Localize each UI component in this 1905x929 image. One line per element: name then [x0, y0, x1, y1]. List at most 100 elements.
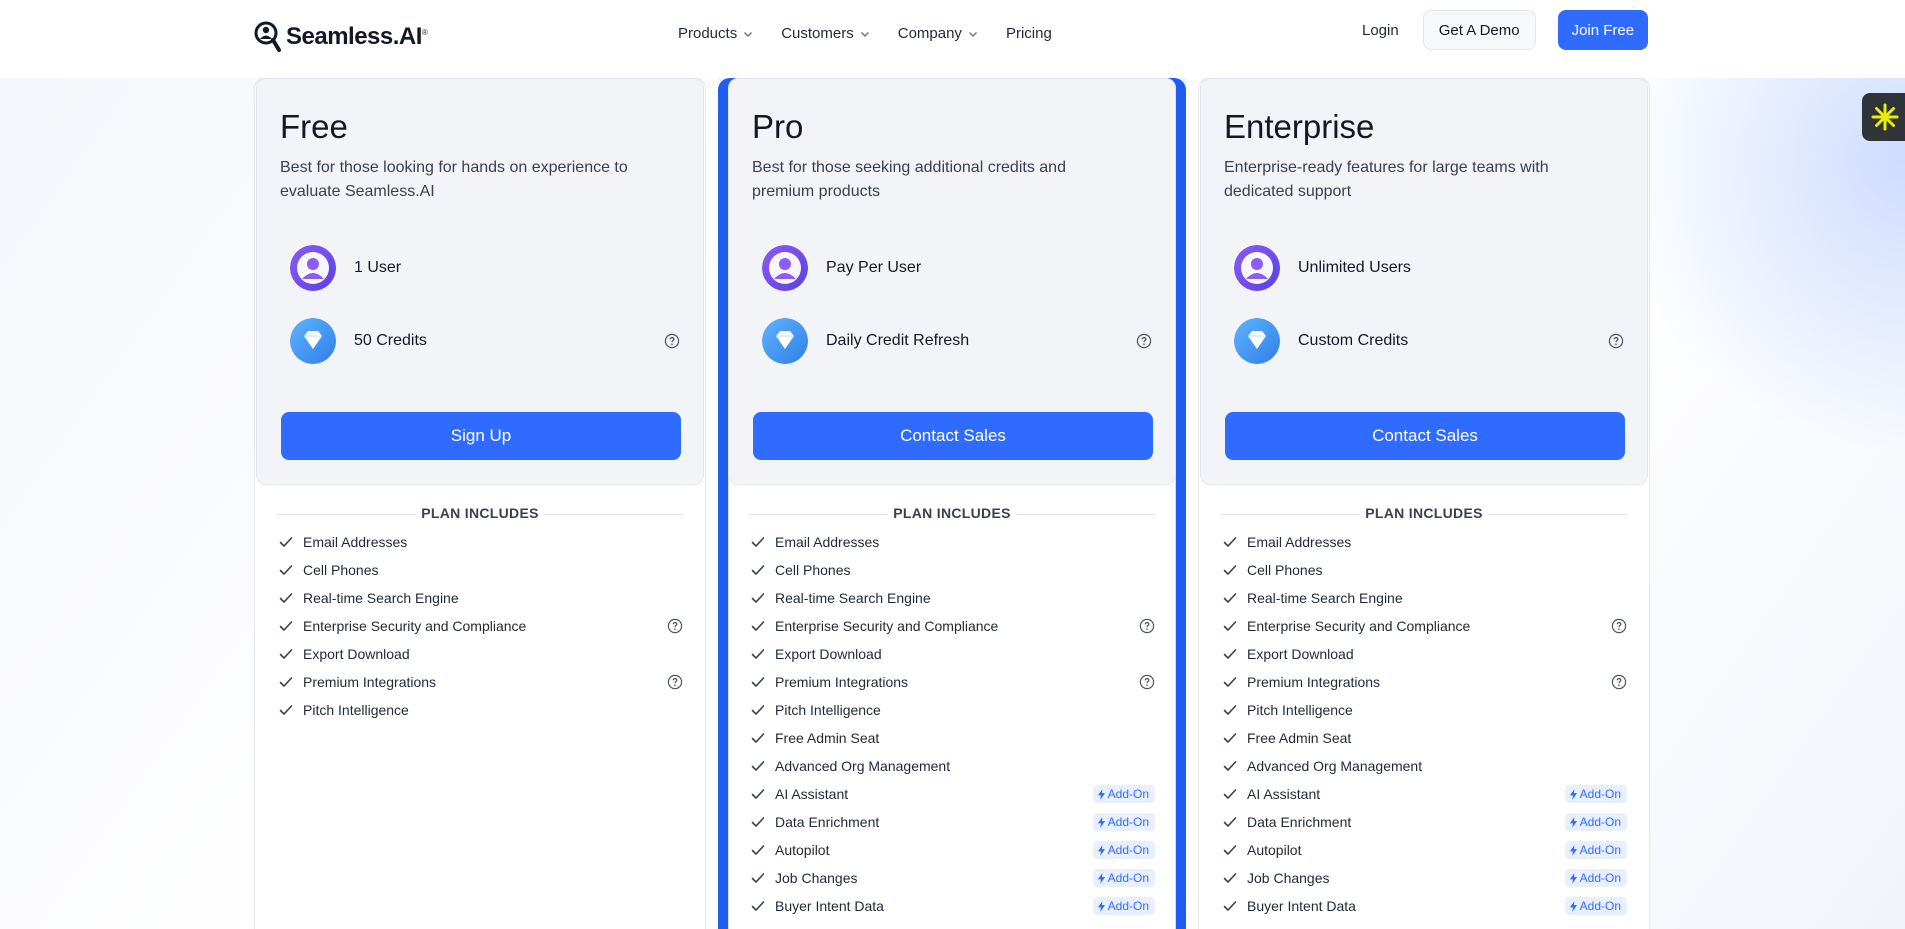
- add-on-badge: Add-On: [1092, 785, 1155, 803]
- check-icon: [1223, 789, 1237, 799]
- lightning-icon: [1097, 844, 1105, 856]
- plan-feature-item: Cell Phones: [750, 556, 1155, 584]
- plan-feature-label: Data Enrichment: [1247, 814, 1352, 830]
- plan-feature-label: Premium Integrations: [775, 674, 909, 690]
- plan-card-pro: MOST POPULARProBest for those seeking ad…: [718, 48, 1186, 929]
- nav-company[interactable]: Company: [898, 25, 978, 42]
- check-icon: [751, 677, 765, 687]
- join-free-button[interactable]: Join Free: [1557, 10, 1649, 50]
- diamond-icon: [762, 318, 808, 364]
- add-on-badge: Add-On: [1564, 813, 1627, 831]
- plan-feature-item: Cell Phones: [1222, 556, 1627, 584]
- login-link[interactable]: Login: [1362, 22, 1399, 39]
- lightning-icon: [1569, 872, 1577, 884]
- plan-feature-item: Data Enrichment Add-On: [1222, 808, 1627, 836]
- nav-customers[interactable]: Customers: [781, 25, 870, 42]
- plan-feature-item: Buyer Intent Data Add-On: [1222, 892, 1627, 920]
- lightning-icon: [1569, 844, 1577, 856]
- question-circle-icon[interactable]: [1139, 674, 1155, 690]
- lightning-icon: [1097, 788, 1105, 800]
- plan-feature-label: Pitch Intelligence: [1247, 702, 1353, 718]
- check-icon: [1223, 621, 1237, 631]
- check-icon: [279, 649, 293, 659]
- plan-feature-label: Free Admin Seat: [775, 730, 880, 746]
- plan-feature-item: Data Enrichment Add-On: [750, 808, 1155, 836]
- plan-feature-label: Export Download: [303, 646, 410, 662]
- plan-feature-item: Real-time Search Engine: [750, 584, 1155, 612]
- check-icon: [1223, 565, 1237, 575]
- plan-feature-label: Real-time Search Engine: [303, 590, 459, 606]
- check-icon: [1223, 593, 1237, 603]
- plan-feature-item: Real-time Search Engine: [1222, 584, 1627, 612]
- plan-feature-item: Cell Phones: [278, 556, 683, 584]
- plan-cta-button[interactable]: Contact Sales: [1225, 412, 1625, 460]
- question-circle-icon[interactable]: [1608, 333, 1624, 349]
- check-icon: [1223, 845, 1237, 855]
- plan-feature-item: Export Download: [1222, 640, 1627, 668]
- question-circle-icon[interactable]: [1136, 333, 1152, 349]
- plan-feature-item: Job Changes Add-On: [750, 864, 1155, 892]
- plan-includes-heading: PLAN INCLUDES: [1365, 505, 1483, 521]
- plan-feature-label: Premium Integrations: [303, 674, 437, 690]
- logo[interactable]: Seamless.AI®: [254, 20, 428, 54]
- add-on-badge: Add-On: [1092, 841, 1155, 859]
- plan-feature-label: Email Addresses: [775, 534, 880, 550]
- add-on-label: Add-On: [1579, 843, 1621, 857]
- plan-feature-label: AI Assistant: [775, 786, 849, 802]
- add-on-badge: Add-On: [1564, 785, 1627, 803]
- plan-name: Free: [280, 108, 348, 145]
- check-icon: [1223, 537, 1237, 547]
- add-on-badge: Add-On: [1092, 897, 1155, 915]
- add-on-label: Add-On: [1107, 787, 1149, 801]
- add-on-label: Add-On: [1579, 871, 1621, 885]
- plan-feature-item: AI Assistant Add-On: [1222, 780, 1627, 808]
- question-circle-icon[interactable]: [667, 618, 683, 634]
- check-icon: [279, 677, 293, 687]
- lightning-icon: [1097, 872, 1105, 884]
- check-icon: [1223, 901, 1237, 911]
- plan-feature-label: Cell Phones: [1247, 562, 1323, 578]
- add-on-badge: Add-On: [1092, 813, 1155, 831]
- plan-feature-item: Premium Integrations: [278, 668, 683, 696]
- plan-feature-label: Email Addresses: [303, 534, 408, 550]
- logo-mark-icon: [254, 21, 281, 52]
- plan-feature-item: Export Download: [278, 640, 683, 668]
- user-avatar-icon: [762, 245, 808, 291]
- chevron-down-icon: [860, 31, 869, 37]
- question-circle-icon[interactable]: [667, 674, 683, 690]
- lightning-icon: [1097, 816, 1105, 828]
- plan-feature-label: Enterprise Security and Compliance: [775, 618, 999, 634]
- get-a-demo-button[interactable]: Get A Demo: [1422, 10, 1536, 50]
- plan-feature-item: Pitch Intelligence: [750, 696, 1155, 724]
- plan-feature-label: Job Changes: [1247, 870, 1330, 886]
- plan-feature-item: Advanced Org Management: [1222, 752, 1627, 780]
- question-circle-icon[interactable]: [1611, 618, 1627, 634]
- add-on-label: Add-On: [1107, 843, 1149, 857]
- check-icon: [751, 705, 765, 715]
- plan-feature-label: Buyer Intent Data: [1247, 898, 1356, 914]
- plan-feature-item: Enterprise Security and Compliance: [1222, 612, 1627, 640]
- check-icon: [751, 593, 765, 603]
- lightning-icon: [1569, 900, 1577, 912]
- divider: [1016, 514, 1156, 515]
- add-on-badge: Add-On: [1092, 869, 1155, 887]
- question-circle-icon[interactable]: [664, 333, 680, 349]
- check-icon: [751, 845, 765, 855]
- nav-products[interactable]: Products: [678, 25, 753, 42]
- plan-card-enterprise: Enterprise Enterprise-ready features for …: [1198, 78, 1650, 929]
- plan-users-label: Pay Per User: [826, 259, 922, 276]
- plan-cta-button[interactable]: Contact Sales: [753, 412, 1153, 460]
- plan-feature-item: AI Assistant Add-On: [750, 780, 1155, 808]
- plan-cta-button[interactable]: Sign Up: [281, 412, 681, 460]
- lightning-icon: [1097, 900, 1105, 912]
- plan-feature-item: Email Addresses: [750, 528, 1155, 556]
- plan-feature-label: Advanced Org Management: [775, 758, 951, 774]
- side-widget[interactable]: [1862, 93, 1905, 141]
- question-circle-icon[interactable]: [1611, 674, 1627, 690]
- lightning-icon: [1569, 788, 1577, 800]
- nav-pricing[interactable]: Pricing: [1006, 25, 1052, 42]
- plan-feature-label: Export Download: [1247, 646, 1354, 662]
- question-circle-icon[interactable]: [1139, 618, 1155, 634]
- plan-description: Best for those seeking additional credit…: [752, 159, 1066, 200]
- check-icon: [751, 817, 765, 827]
